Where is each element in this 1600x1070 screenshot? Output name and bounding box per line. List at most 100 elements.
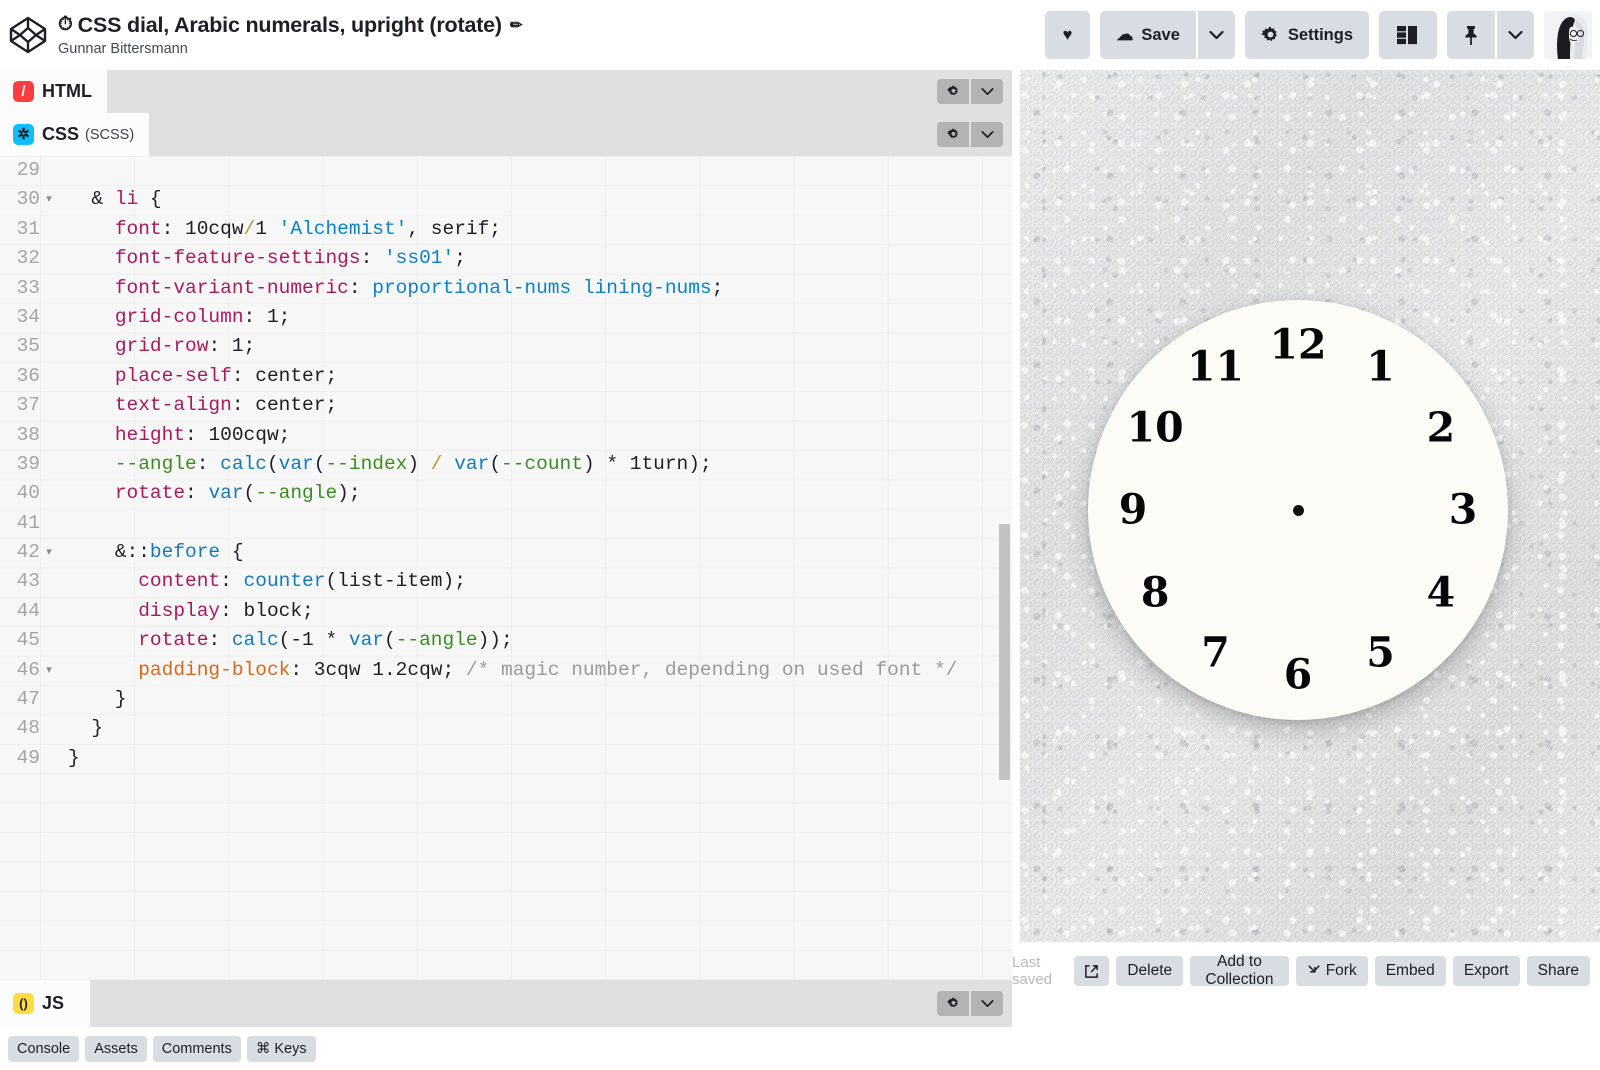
line-number: 45 xyxy=(16,629,40,652)
code-line[interactable]: 33 font-variant-numeric: proportional-nu… xyxy=(0,274,1012,303)
fold-arrow-icon[interactable]: ▾ xyxy=(40,185,58,214)
code-line[interactable]: 41 xyxy=(0,509,1012,538)
layout-button[interactable] xyxy=(1379,11,1437,59)
assets-button[interactable]: Assets xyxy=(85,1035,147,1062)
line-number: 49 xyxy=(16,746,40,769)
code-line[interactable]: 36 place-self: center; xyxy=(0,362,1012,391)
pen-author[interactable]: Gunnar Bittersmann xyxy=(58,41,522,58)
line-number: 34 xyxy=(16,305,40,328)
preview-pane[interactable]: 1 2 3 4 5 6 7 8 9 10 11 12 xyxy=(1020,70,1600,942)
fork-button[interactable]: Fork xyxy=(1295,956,1368,986)
top-bar: ⏱ CSS dial, Arabic numerals, upright (ro… xyxy=(0,0,1600,70)
code-line[interactable]: 38 height: 100cqw; xyxy=(0,421,1012,450)
code-line[interactable]: 45 rotate: calc(-1 * var(--angle)); xyxy=(0,626,1012,655)
code-line[interactable]: 29 xyxy=(0,156,1012,185)
layout-icon xyxy=(1397,26,1417,45)
tab-js-label: JS xyxy=(42,993,65,1013)
code-line[interactable]: 39 --angle: calc(var(--index) / var(--co… xyxy=(0,450,1012,479)
code-lines: 29 30 ▾ & li {31 font: 10cqw/1 'Alchemist'… xyxy=(0,156,1012,773)
pane-header-js: () JS xyxy=(0,980,1012,1027)
css-collapse-button[interactable] xyxy=(971,122,1003,147)
line-number: 44 xyxy=(16,599,40,622)
console-button[interactable]: Console xyxy=(8,1035,80,1062)
delete-button[interactable]: Delete xyxy=(1116,956,1184,986)
save-button-group: ☁ Save xyxy=(1100,11,1235,59)
share-label: Share xyxy=(1537,962,1579,979)
code-editor[interactable]: 29 30 ▾ & li {31 font: 10cqw/1 'Alchemist'… xyxy=(0,156,1012,980)
avatar-image xyxy=(1544,11,1592,59)
share-button[interactable]: Share xyxy=(1526,956,1590,986)
code-line[interactable]: 35 grid-row: 1; xyxy=(0,332,1012,361)
code-line[interactable]: 42 ▾ &::before { xyxy=(0,538,1012,567)
html-collapse-button[interactable] xyxy=(971,79,1003,104)
code-line[interactable]: 37 text-align: center; xyxy=(0,391,1012,420)
code-line[interactable]: 49} xyxy=(0,744,1012,773)
code-line[interactable]: 46 ▾ padding-block: 3cqw 1.2cqw; /* magic… xyxy=(0,656,1012,685)
heart-icon: ♥ xyxy=(1062,25,1073,44)
code-text: font: 10cqw/1 'Alchemist', serif; xyxy=(114,217,502,240)
embed-button[interactable]: Embed xyxy=(1374,956,1446,986)
comments-label: Comments xyxy=(161,1040,232,1057)
fold-arrow-icon[interactable]: ▾ xyxy=(40,656,58,685)
line-number: 43 xyxy=(16,570,40,593)
pin-dropdown-button[interactable] xyxy=(1497,11,1534,59)
code-line[interactable]: 44 display: block; xyxy=(0,597,1012,626)
code-text: grid-column: 1; xyxy=(114,305,291,328)
stopwatch-icon: ⏱ xyxy=(58,14,73,36)
settings-button[interactable]: Settings xyxy=(1244,11,1369,59)
code-line[interactable]: 32 font-feature-settings: 'ss01'; xyxy=(0,244,1012,273)
js-settings-button[interactable] xyxy=(937,991,969,1016)
pane-divider[interactable] xyxy=(1012,70,1020,942)
pane-header-css: ✲ CSS (SCSS) xyxy=(0,113,1012,156)
last-saved-label: Last saved xyxy=(1012,954,1053,988)
comments-button[interactable]: Comments xyxy=(152,1035,241,1062)
tab-css-label: CSS xyxy=(42,124,80,144)
open-external-button[interactable] xyxy=(1074,956,1110,986)
html-settings-button[interactable] xyxy=(937,79,969,104)
line-number: 40 xyxy=(16,482,40,505)
code-line[interactable]: 43 content: counter(list-item); xyxy=(0,567,1012,596)
fold-arrow-icon[interactable]: ▾ xyxy=(40,538,58,567)
code-line[interactable]: 34 grid-column: 1; xyxy=(0,303,1012,332)
tab-js[interactable]: () JS xyxy=(0,980,91,1027)
line-number: 35 xyxy=(16,335,40,358)
tab-html[interactable]: / HTML xyxy=(0,70,107,113)
codepen-logo-icon[interactable] xyxy=(8,15,48,55)
line-number: 30 xyxy=(16,188,40,211)
code-line[interactable]: 31 font: 10cqw/1 'Alchemist', serif; xyxy=(0,215,1012,244)
css-settings-button[interactable] xyxy=(937,122,969,147)
code-text: font-variant-numeric: proportional-nums … xyxy=(114,276,724,299)
command-icon: ⌘ xyxy=(255,1040,271,1057)
tab-css[interactable]: ✲ CSS (SCSS) xyxy=(0,113,150,156)
cloud-icon: ☁ xyxy=(1116,25,1134,44)
gear-icon xyxy=(946,997,958,1008)
editor-scrollbar[interactable] xyxy=(999,524,1010,780)
pin-button-group xyxy=(1447,11,1534,59)
code-line[interactable]: 48 } xyxy=(0,714,1012,743)
export-button[interactable]: Export xyxy=(1452,956,1520,986)
pin-button[interactable] xyxy=(1447,11,1495,59)
code-line[interactable]: 30 ▾ & li { xyxy=(0,185,1012,214)
js-collapse-button[interactable] xyxy=(971,991,1003,1016)
code-line[interactable]: 40 rotate: var(--angle); xyxy=(0,479,1012,508)
love-button[interactable]: ♥ xyxy=(1044,11,1091,59)
code-text: &::before { xyxy=(114,541,244,564)
avatar[interactable] xyxy=(1544,11,1592,59)
pen-title-block: ⏱ CSS dial, Arabic numerals, upright (ro… xyxy=(58,13,522,57)
code-line[interactable]: 47 } xyxy=(0,685,1012,714)
bottom-bar: Last saved Delete Add to Collection Fork… xyxy=(1012,942,1600,1000)
save-dropdown-button[interactable] xyxy=(1197,11,1235,59)
save-button[interactable]: ☁ Save xyxy=(1100,11,1196,59)
code-text: & li { xyxy=(91,188,162,211)
line-number: 29 xyxy=(16,159,40,181)
add-to-collection-button[interactable]: Add to Collection xyxy=(1190,953,1289,988)
line-number: 46 xyxy=(16,658,40,681)
keys-button[interactable]: ⌘ Keys xyxy=(246,1035,316,1062)
embed-label: Embed xyxy=(1385,962,1435,979)
edit-pen-icon[interactable]: ✏ xyxy=(510,17,523,34)
